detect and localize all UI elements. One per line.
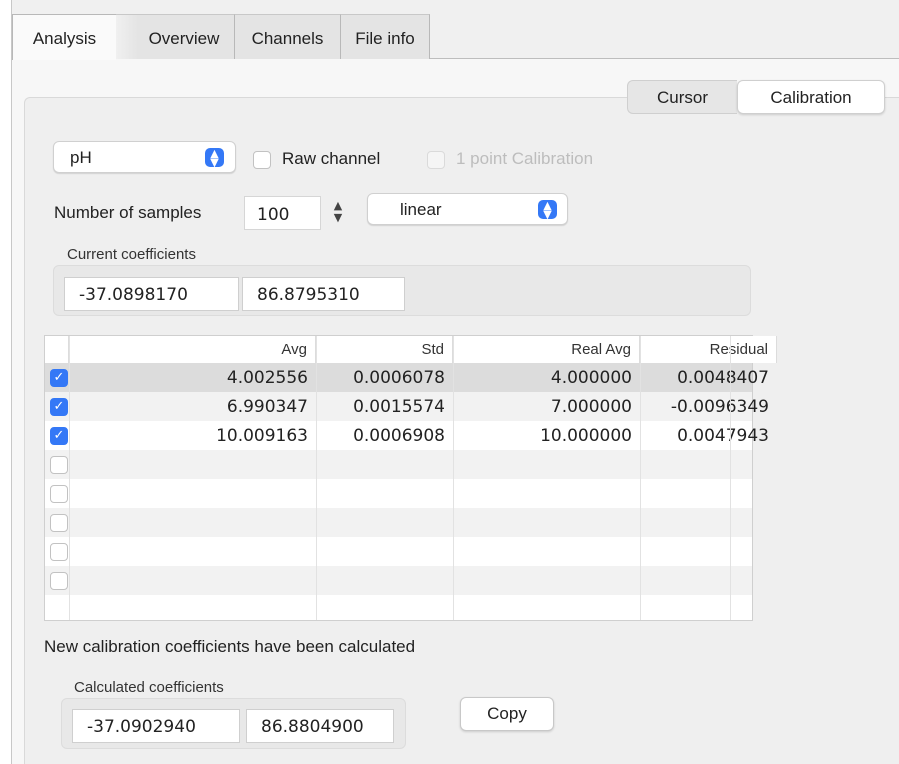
current-coefficients-title: Current coefficients: [67, 246, 196, 263]
cell-avg: [69, 566, 316, 595]
tab-channels[interactable]: Channels: [234, 14, 340, 59]
cell-residual: [640, 508, 777, 537]
tab-label: Channels: [251, 29, 324, 48]
tab-label: Overview: [148, 29, 220, 48]
cell-real-avg: [453, 537, 640, 566]
cell-avg: 4.002556: [226, 368, 308, 388]
row-checkbox[interactable]: [50, 543, 68, 561]
one-point-calibration-checkbox[interactable]: [427, 151, 445, 169]
cell-std: [316, 537, 453, 566]
cell-real-avg: [453, 479, 640, 508]
column-divider: [640, 336, 641, 620]
column-divider: [69, 336, 70, 620]
tab-label: Analysis: [32, 29, 97, 48]
samples-input[interactable]: 100: [244, 196, 321, 230]
calibration-table: Avg Std Real Avg Residual ✓ 4.002556 0.000…: [44, 335, 777, 621]
cell-residual: 0.0047943: [677, 426, 769, 446]
samples-label: Number of samples: [54, 203, 202, 222]
cell-real-avg: 10.000000: [540, 426, 632, 446]
calculated-coefficient-a: -37.0902940: [72, 709, 240, 743]
cell-avg: [69, 479, 316, 508]
table-row[interactable]: ✓ 10.009163 0.0006908 10.000000 0.0047943: [45, 421, 769, 450]
calculated-coefficients-title: Calculated coefficients: [74, 679, 224, 696]
column-divider: [453, 336, 454, 620]
cell-avg: [69, 450, 316, 479]
current-coefficient-a: -37.0898170: [64, 277, 239, 311]
cell-avg: 10.009163: [216, 426, 308, 446]
cell-residual: [640, 479, 777, 508]
cell-real-avg: [453, 450, 640, 479]
cell-std: [316, 508, 453, 537]
segment-cursor[interactable]: Cursor: [627, 80, 737, 114]
cell-residual: [640, 537, 777, 566]
table-row[interactable]: ✓ 4.002556 0.0006078 4.000000 0.0048407: [45, 363, 769, 392]
tab-overview[interactable]: Overview: [116, 14, 234, 59]
calculated-coefficient-b: 86.8804900: [246, 709, 394, 743]
tab-analysis[interactable]: Analysis: [12, 14, 116, 60]
cell-residual: -0.0096349: [670, 397, 769, 417]
tab-file-info[interactable]: File info: [340, 14, 430, 59]
column-divider: [316, 336, 317, 620]
row-checkbox[interactable]: ✓: [50, 398, 68, 416]
row-checkbox[interactable]: [50, 572, 68, 590]
cell-std: [316, 450, 453, 479]
table-row[interactable]: [45, 537, 752, 566]
raw-channel-label: Raw channel: [282, 149, 381, 168]
row-checkbox[interactable]: ✓: [50, 427, 68, 445]
cell-residual: [640, 566, 777, 595]
table-header-residual[interactable]: Residual: [640, 336, 777, 363]
cell-real-avg: [453, 566, 640, 595]
table-row[interactable]: [45, 479, 752, 508]
samples-stepper[interactable]: ▲ ▼: [328, 196, 348, 228]
cell-avg: [69, 508, 316, 537]
cell-std: [316, 479, 453, 508]
table-row[interactable]: [45, 450, 752, 479]
cell-std: [316, 566, 453, 595]
row-checkbox[interactable]: [50, 485, 68, 503]
cell-std: 0.0006078: [353, 368, 445, 388]
table-header-std[interactable]: Std: [316, 336, 453, 363]
segment-calibration[interactable]: Calibration: [737, 80, 885, 114]
left-border: [0, 0, 12, 764]
fit-type-select[interactable]: linear ▲ ▼: [367, 193, 568, 225]
row-checkbox[interactable]: [50, 456, 68, 474]
table-header-avg[interactable]: Avg: [69, 336, 316, 363]
current-coefficient-b: 86.8795310: [242, 277, 405, 311]
chevron-updown-icon: ▲ ▼: [205, 148, 224, 168]
cell-residual: 0.0048407: [677, 368, 769, 388]
cell-std: 0.0006908: [353, 426, 445, 446]
channel-select-value: pH: [70, 148, 92, 167]
cell-real-avg: 4.000000: [550, 368, 632, 388]
raw-channel-checkbox[interactable]: [253, 151, 271, 169]
cell-real-avg: 7.000000: [550, 397, 632, 417]
table-row[interactable]: [45, 566, 752, 595]
status-message: New calibration coefficients have been c…: [44, 637, 416, 656]
one-point-calibration-label: 1 point Calibration: [456, 149, 594, 168]
cell-std: 0.0015574: [353, 397, 445, 417]
column-divider: [730, 336, 731, 620]
channel-select[interactable]: pH ▲ ▼: [53, 141, 236, 173]
cell-avg: 6.990347: [226, 397, 308, 417]
cell-avg: [69, 537, 316, 566]
table-row[interactable]: [45, 508, 752, 537]
row-checkbox[interactable]: ✓: [50, 369, 68, 387]
table-header-check: [45, 336, 69, 363]
row-checkbox[interactable]: [50, 514, 68, 532]
table-header-real-avg[interactable]: Real Avg: [453, 336, 640, 363]
copy-button[interactable]: Copy: [460, 697, 554, 731]
cell-residual: [640, 450, 777, 479]
table-row[interactable]: ✓ 6.990347 0.0015574 7.000000 -0.0096349: [45, 392, 769, 421]
cell-real-avg: [453, 508, 640, 537]
tab-label: File info: [355, 29, 415, 48]
chevron-updown-icon: ▲ ▼: [538, 200, 557, 220]
fit-type-value: linear: [400, 200, 442, 219]
